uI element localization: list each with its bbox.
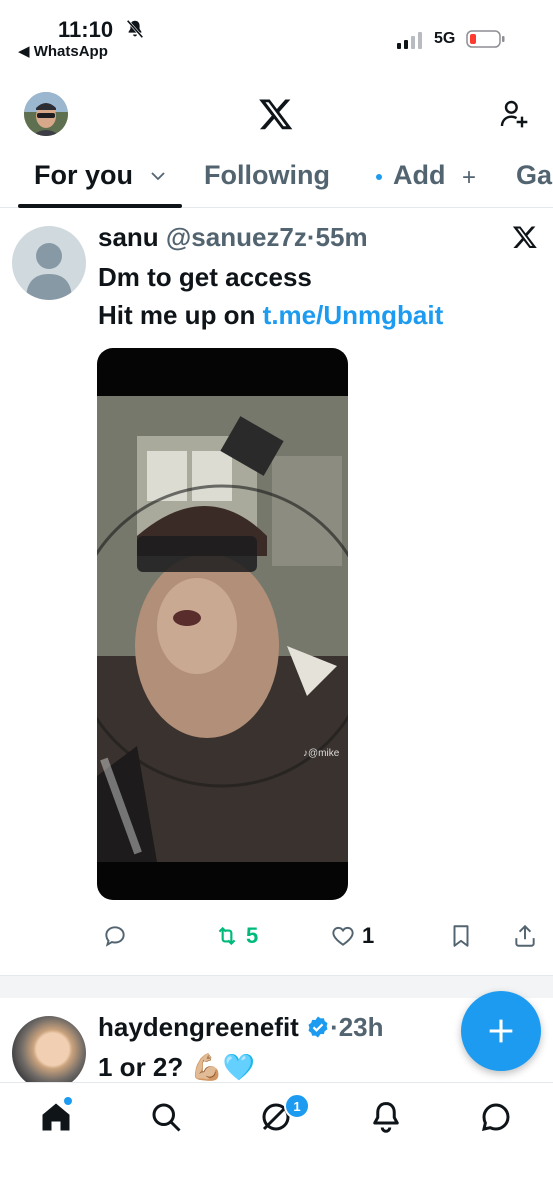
like-button[interactable]: 1 xyxy=(330,922,374,950)
battery-icon xyxy=(466,30,505,48)
section-divider xyxy=(0,975,553,998)
heart-icon xyxy=(332,926,354,946)
back-to-app-link[interactable]: ◀ WhatsApp xyxy=(18,42,108,60)
bell-muted-icon xyxy=(126,19,144,39)
share-icon xyxy=(515,924,535,947)
default-avatar-icon xyxy=(26,243,72,300)
tweet-time: ·55m xyxy=(306,222,368,252)
home-new-dot xyxy=(64,1097,72,1105)
chevron-down-icon[interactable] xyxy=(150,170,166,182)
tab-following[interactable]: Following xyxy=(204,160,330,191)
tweet-author-line[interactable]: haydengreenefit ·23h xyxy=(98,1012,384,1043)
tweet-author-line[interactable]: sanu @sanuez7z·55m xyxy=(98,222,368,253)
compose-post-button[interactable] xyxy=(461,991,541,1071)
author-name[interactable]: haydengreenefit xyxy=(98,1012,299,1042)
author-handle[interactable]: @sanuez7z xyxy=(166,222,307,252)
tweet-link[interactable]: t.me/Unmgbait xyxy=(263,300,444,330)
nav-messages[interactable] xyxy=(478,1099,514,1135)
tweet-media-video[interactable]: ♪@mike xyxy=(97,348,348,900)
tab-add[interactable]: Add xyxy=(393,160,445,191)
verified-badge-icon xyxy=(308,1016,328,1038)
share-button[interactable] xyxy=(512,922,538,950)
tab-for-you[interactable]: For you xyxy=(34,160,133,191)
repost-button[interactable]: 5 xyxy=(214,922,258,950)
grok-badge: 1 xyxy=(284,1093,310,1119)
author-avatar[interactable] xyxy=(12,1016,86,1090)
top-bar xyxy=(0,80,553,150)
bell-icon xyxy=(373,1102,399,1133)
x-logo-icon xyxy=(259,99,293,130)
video-watermark: ♪@mike xyxy=(303,748,340,759)
nav-notifications[interactable] xyxy=(368,1099,404,1135)
timeline-tabs: For you Following Add + Ga xyxy=(0,150,553,208)
status-bar: 11:10 ◀ WhatsApp 5G xyxy=(0,0,553,70)
repost-count: 5 xyxy=(246,923,259,948)
tweet[interactable]: sanu @sanuez7z·55m Dm to get access Hit … xyxy=(0,208,553,970)
author-name[interactable]: sanu xyxy=(98,222,159,252)
follow-people-icon[interactable] xyxy=(498,98,530,130)
profile-photo xyxy=(24,92,68,136)
plus-icon xyxy=(489,1019,513,1043)
reply-button[interactable] xyxy=(102,922,128,950)
tweet-text-line-2: Hit me up on t.me/Unmgbait xyxy=(98,300,443,331)
tweet-time: ·23h xyxy=(330,1012,384,1042)
nav-search[interactable] xyxy=(148,1099,184,1135)
video-frame xyxy=(97,396,348,862)
messages-icon xyxy=(482,1103,510,1131)
bookmark-button[interactable] xyxy=(448,922,474,950)
status-time: 11:10 xyxy=(58,17,114,42)
bookmark-icon xyxy=(453,925,469,947)
tweet-text: 1 or 2? 💪🏼🩵 xyxy=(98,1052,256,1082)
network-type: 5G xyxy=(434,30,456,47)
video-thumbnail xyxy=(97,396,348,862)
tweet-text-prefix: Hit me up on xyxy=(98,300,263,330)
profile-avatar[interactable] xyxy=(24,92,68,136)
search-icon xyxy=(152,1103,181,1132)
plus-icon[interactable]: + xyxy=(462,164,476,192)
new-indicator-dot xyxy=(376,174,382,180)
reply-icon xyxy=(105,926,125,947)
tweet-actions: 5 1 xyxy=(0,916,553,956)
x-logo-small-icon xyxy=(512,226,537,249)
bottom-navigation: 1 xyxy=(0,1082,553,1201)
tab-ga[interactable]: Ga xyxy=(516,160,552,191)
author-avatar[interactable] xyxy=(12,226,86,300)
like-count: 1 xyxy=(362,923,375,948)
cellular-signal-icon xyxy=(397,32,422,49)
tweet-text-line-1: Dm to get access xyxy=(98,262,312,292)
repost-icon xyxy=(218,926,236,946)
